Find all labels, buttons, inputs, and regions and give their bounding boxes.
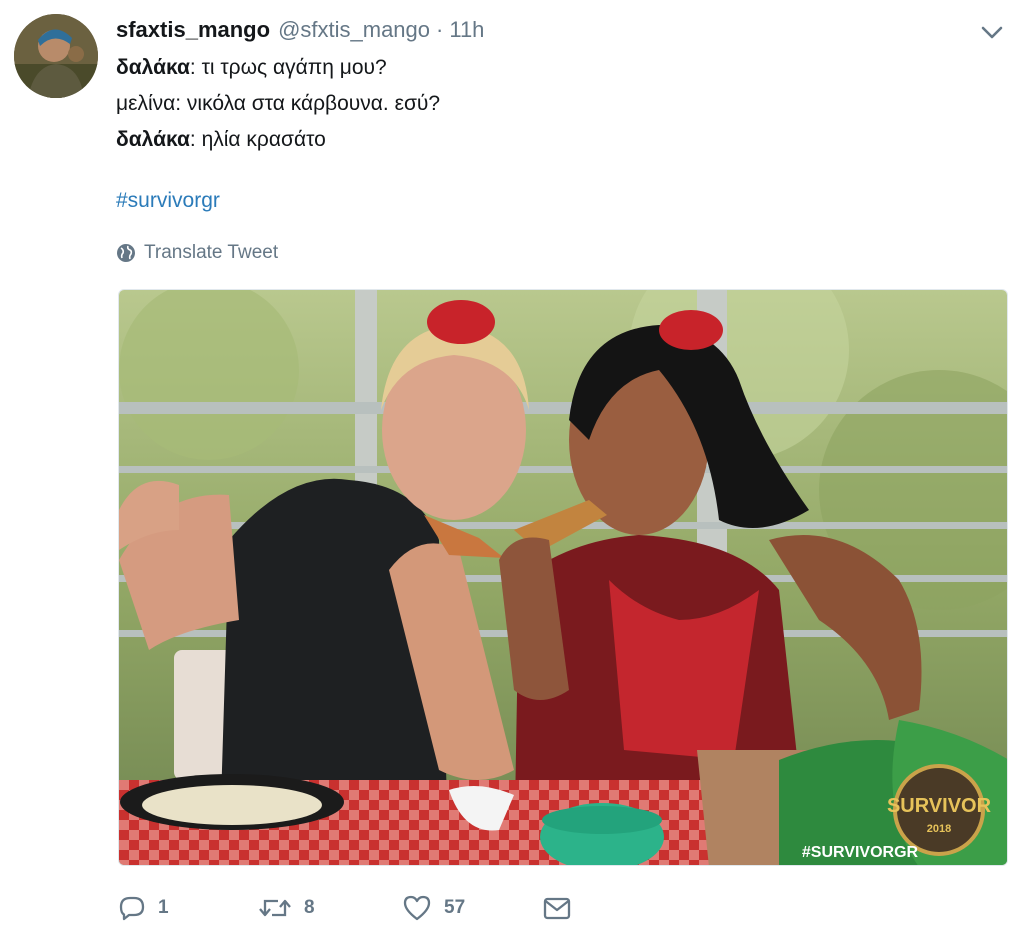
reply-button[interactable]: 1: [118, 888, 169, 928]
hashtag-link[interactable]: #survivorgr: [116, 189, 220, 212]
hashtag-container: #survivorgr: [116, 189, 220, 213]
survivor-logo-text: SURVIVOR: [887, 795, 992, 817]
display-name[interactable]: sfaxtis_mango: [116, 17, 270, 43]
translate-button[interactable]: Translate Tweet: [116, 239, 278, 267]
timestamp[interactable]: 11h: [449, 17, 484, 43]
reply-count: 1: [158, 897, 169, 918]
tweet-photo[interactable]: SURVIVOR 2018 #SURVIVORGR: [118, 289, 1008, 866]
direct-message-button[interactable]: [542, 888, 584, 928]
speaker-name: δαλάκα: [116, 128, 190, 151]
like-button[interactable]: 57: [402, 888, 465, 928]
globe-icon: [117, 244, 135, 262]
line-text: : τι τρως αγάπη μου?: [189, 56, 387, 79]
retweet-count: 8: [304, 897, 315, 918]
speaker-name: δαλάκα: [116, 56, 190, 79]
survivor-logo-year: 2018: [927, 823, 951, 835]
tweet-actions: 1 8 57: [118, 888, 638, 928]
chevron-down-icon[interactable]: [978, 20, 1006, 44]
heart-icon: [403, 895, 431, 921]
tweet-header: sfaxtis_mango @sfxtis_mango · 11h: [116, 14, 484, 46]
translate-label: Translate Tweet: [144, 242, 279, 263]
avatar[interactable]: [14, 14, 98, 98]
like-count: 57: [444, 897, 466, 918]
envelope-icon: [543, 897, 571, 920]
tweet-line: δαλάκα: τι τρως αγάπη μου?: [116, 50, 996, 86]
retweet-button[interactable]: 8: [258, 888, 315, 928]
line-text: : ηλία κρασάτο: [189, 128, 326, 151]
separator-dot: ·: [436, 17, 444, 42]
retweet-icon: [259, 899, 291, 917]
watermark-hashtag: #SURVIVORGR: [802, 844, 919, 861]
tweet-line: δαλάκα: ηλία κρασάτο: [116, 122, 996, 158]
tweet-line: μελίνα: νικόλα στα κάρβουνα. εσύ?: [116, 86, 996, 122]
user-handle[interactable]: @sfxtis_mango: [278, 17, 430, 43]
reply-icon: [119, 896, 145, 921]
line-text: μελίνα: νικόλα στα κάρβουνα. εσύ?: [116, 92, 441, 115]
tweet-text: δαλάκα: τι τρως αγάπη μου? μελίνα: νικόλ…: [116, 50, 996, 158]
